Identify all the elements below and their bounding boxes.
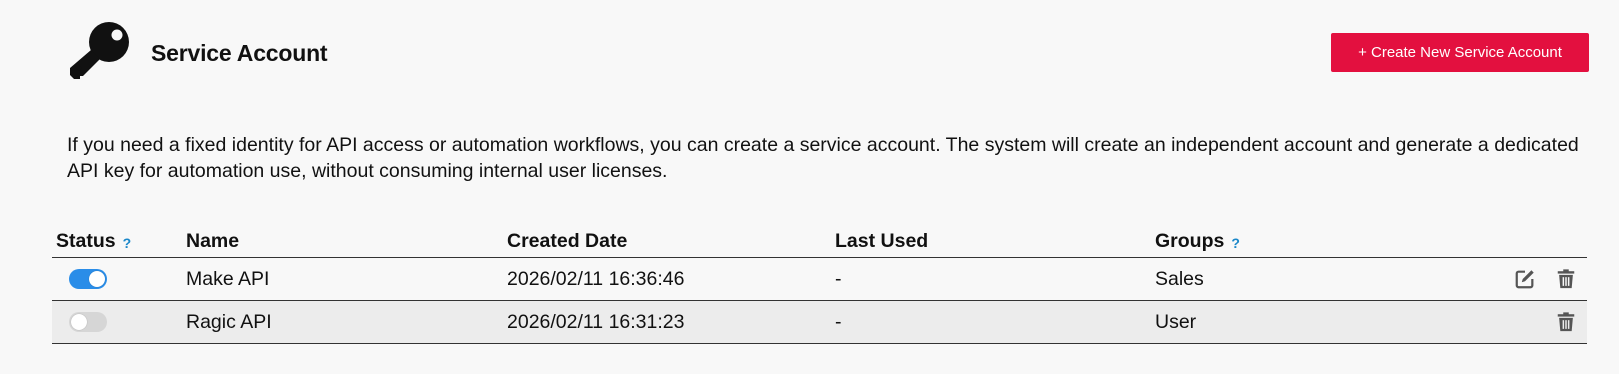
row-created-date: 2026/02/11 16:31:23 (507, 310, 685, 333)
table-row: Ragic API 2026/02/11 16:31:23 - User (52, 301, 1587, 344)
row-created-date: 2026/02/11 16:36:46 (507, 267, 685, 290)
create-service-account-button[interactable]: + Create New Service Account (1331, 33, 1589, 72)
trash-icon[interactable] (1555, 268, 1577, 290)
groups-help-icon[interactable]: ? (1231, 235, 1240, 251)
row-name: Ragic API (186, 310, 272, 333)
table-header: Status ? Name Created Date Last Used Gro… (52, 225, 1587, 258)
row-name: Make API (186, 267, 270, 290)
row-groups: Sales (1155, 267, 1204, 290)
status-help-icon[interactable]: ? (123, 235, 132, 251)
page-title: Service Account (151, 40, 328, 66)
toggle-knob (71, 314, 87, 330)
column-header-name: Name (186, 229, 240, 252)
description-text: If you need a fixed identity for API acc… (67, 134, 1579, 182)
service-account-table: Status ? Name Created Date Last Used Gro… (52, 225, 1587, 344)
trash-icon[interactable] (1555, 311, 1577, 333)
toggle-knob (89, 271, 105, 287)
row-groups: User (1155, 310, 1197, 333)
column-header-status: Status ? (56, 229, 132, 252)
column-header-created-date: Created Date (507, 229, 628, 252)
column-header-groups: Groups ? (1155, 229, 1240, 252)
table-row: Make API 2026/02/11 16:36:46 - Sales (52, 258, 1587, 301)
key-icon (68, 20, 132, 84)
row-last-used: - (835, 310, 842, 333)
status-toggle[interactable] (69, 312, 107, 332)
edit-icon[interactable] (1514, 268, 1536, 290)
column-header-last-used: Last Used (835, 229, 929, 252)
row-last-used: - (835, 267, 842, 290)
status-toggle[interactable] (69, 269, 107, 289)
